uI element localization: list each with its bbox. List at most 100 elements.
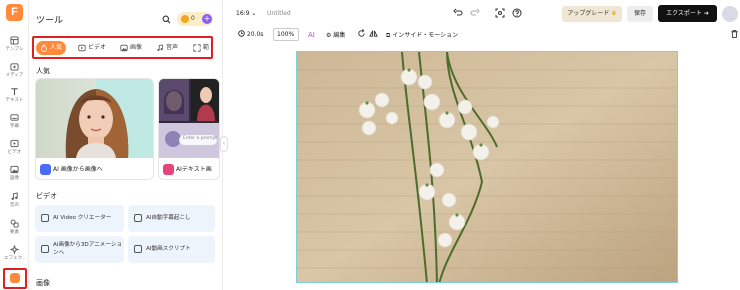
text-to-image-icon <box>163 164 174 175</box>
rail-item-tools[interactable] <box>3 268 27 289</box>
anime-thumbnail <box>159 79 219 158</box>
tool-auto-subtitle[interactable]: AI自動字幕起こし <box>128 205 215 232</box>
tab-range[interactable]: 範 <box>193 41 209 55</box>
rail-label: エフェク.. <box>3 256 26 261</box>
media-icon <box>10 63 19 71</box>
tab-popular[interactable]: 人気 <box>36 41 67 55</box>
undo-icon[interactable] <box>453 8 463 18</box>
redo-icon[interactable] <box>470 8 480 18</box>
trash-icon[interactable] <box>730 29 739 39</box>
effects-icon <box>10 245 19 254</box>
lily-of-the-valley-photo <box>297 52 677 282</box>
flame-icon <box>41 44 47 52</box>
rail-label: 画像 <box>9 176 20 181</box>
credits-count: 0 <box>191 15 195 22</box>
crown-icon: ♛ <box>611 10 617 17</box>
rail-item-audio[interactable]: 音声 <box>0 192 29 208</box>
zoom-select[interactable]: 100% ⌄ <box>273 28 299 49</box>
prompt-hint: Enter a prompt <box>183 136 218 141</box>
coin-icon <box>181 15 189 23</box>
tool-video-script[interactable]: AI動画スクリプト <box>128 236 215 263</box>
rotate-icon[interactable] <box>357 29 366 38</box>
motion-icon: ⧉ <box>386 32 391 39</box>
app-logo[interactable]: F <box>6 4 23 21</box>
rail-label: テキスト <box>5 98 24 103</box>
tool-image-to-3d[interactable]: AI画像から3Dアニメーションへ <box>35 236 124 263</box>
tool-label: AI自動字幕起こし <box>146 215 191 221</box>
section-video: ビデオ <box>36 192 57 200</box>
credits-badge[interactable]: 0 + <box>177 12 213 26</box>
canvas-area <box>229 45 740 290</box>
rail-item-effects[interactable]: エフェク.. <box>0 245 29 261</box>
subtitle-icon <box>134 214 142 222</box>
canvas-toolbar: 20.0s 100% ⌄ AI ⚙ 編集 ⧉ インサイド・モーション <box>233 28 740 49</box>
video-icon <box>78 44 86 52</box>
video-icon <box>10 139 19 148</box>
rail-label: 字幕 <box>9 124 20 129</box>
rail-item-video[interactable]: ビデオ <box>0 139 29 155</box>
collapse-panel-button[interactable]: ‹ <box>220 136 228 152</box>
tool-card-image-to-image[interactable]: AI 画像から画像へ <box>35 78 154 180</box>
expand-icon <box>193 44 201 52</box>
tool-label: AI動画スクリプト <box>146 246 191 252</box>
rail-item-media[interactable]: メディア <box>0 62 29 78</box>
aspect-ratio-select[interactable]: 16:9 ⌄ <box>236 10 256 17</box>
help-icon[interactable] <box>512 8 522 18</box>
music-note-icon <box>157 44 163 52</box>
add-credits-button[interactable]: + <box>202 14 212 24</box>
duration-control[interactable]: 20.0s <box>238 30 263 38</box>
flip-icon[interactable] <box>369 29 378 38</box>
rail-item-image[interactable]: 画像 <box>0 165 29 181</box>
canvas-frame[interactable] <box>296 51 678 283</box>
tools-icon <box>10 273 20 283</box>
tool-tabs: 人気 ビデオ 画像 音声 範 <box>32 36 213 59</box>
left-rail: F テンプレ メディア テキスト 字幕 ビデオ 画像 音声 要素 エフェク.. <box>0 0 29 290</box>
tool-card-text-to-image[interactable]: Enter a prompt AIテキスト画 <box>158 78 220 180</box>
card-label: AIテキスト画 <box>176 166 212 173</box>
tab-video[interactable]: ビデオ <box>78 41 106 55</box>
panel-title: ツール <box>36 16 64 26</box>
sliders-icon: ⚙ <box>326 32 332 39</box>
tab-image[interactable]: 画像 <box>120 41 142 55</box>
video-creator-icon <box>41 214 49 222</box>
arrow-right-icon: ➔ <box>703 10 709 17</box>
template-icon <box>10 36 19 45</box>
search-icon[interactable] <box>162 15 171 24</box>
tool-ai-video-creator[interactable]: AI Video クリエーター <box>35 205 124 232</box>
script-icon <box>134 245 142 253</box>
elements-icon <box>10 219 19 228</box>
save-button[interactable]: 保存 <box>627 6 653 22</box>
rail-label: 要素 <box>9 230 20 235</box>
export-button[interactable]: エクスポート ➔ <box>658 5 717 22</box>
image-icon <box>120 44 128 52</box>
text-icon <box>11 88 18 96</box>
section-image: 画像 <box>36 279 50 287</box>
upgrade-button[interactable]: アップグレード ♛ <box>562 6 622 22</box>
screenshot-icon[interactable] <box>495 8 505 18</box>
rail-label: 音声 <box>9 203 20 208</box>
top-header: 16:9 ⌄ Untitled アップグレード ♛ 保存 エクスポート ➔ <box>223 0 740 27</box>
inside-motion-button[interactable]: ⧉ インサイド・モーション <box>386 30 458 40</box>
editor-app: F テンプレ メディア テキスト 字幕 ビデオ 画像 音声 要素 エフェク.. … <box>0 0 740 290</box>
document-title[interactable]: Untitled <box>267 10 291 17</box>
rail-item-subtitle[interactable]: 字幕 <box>0 113 29 129</box>
svg-text:AI: AI <box>308 31 315 39</box>
image-to-image-icon <box>40 164 51 175</box>
avatar[interactable] <box>722 6 738 22</box>
edit-button[interactable]: ⚙ 編集 <box>326 30 345 39</box>
image-icon <box>10 165 19 174</box>
rail-label: メディア <box>5 73 24 78</box>
rail-label: ビデオ <box>7 150 22 155</box>
tool-label: AI画像から3Dアニメーションへ <box>53 242 123 256</box>
tab-audio[interactable]: 音声 <box>156 41 178 55</box>
section-popular: 人気 <box>36 67 50 75</box>
tools-panel: ツール 0 + 人気 ビデオ 画像 音声 範 人気 AI 画像から画像へ Ent… <box>29 0 223 290</box>
clock-icon <box>238 30 245 37</box>
portrait-thumbnail <box>36 79 153 158</box>
rail-item-template[interactable]: テンプレ <box>0 36 29 52</box>
rail-item-text[interactable]: テキスト <box>0 87 29 103</box>
ai-edit-icon[interactable]: AI <box>308 29 318 39</box>
audio-icon <box>11 192 18 200</box>
rail-item-elements[interactable]: 要素 <box>0 219 29 235</box>
rail-label: テンプレ <box>5 47 24 52</box>
